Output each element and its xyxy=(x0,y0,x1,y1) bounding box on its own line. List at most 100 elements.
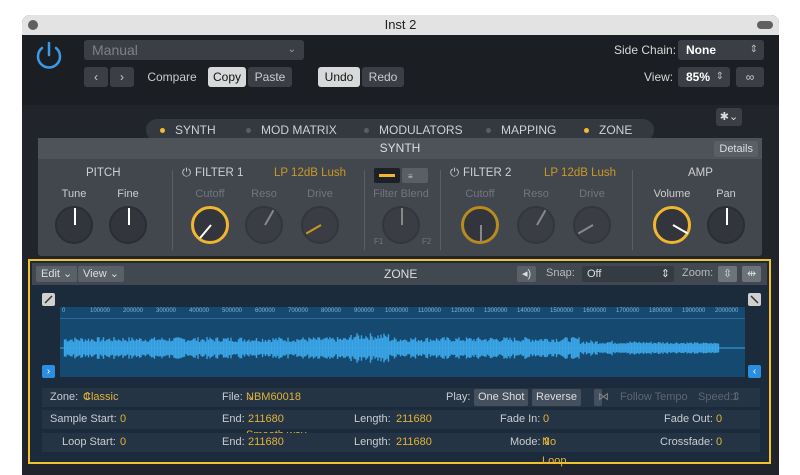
snap-label: Snap: xyxy=(546,267,575,279)
file-label: File: xyxy=(222,391,243,403)
paste-button[interactable]: Paste xyxy=(248,67,292,87)
filter1-cutoff-knob[interactable] xyxy=(191,206,229,244)
snap-select[interactable]: Off ⇕ xyxy=(582,266,674,282)
loop-row: Loop Start: 0 End: 211680 Length: 211680… xyxy=(42,433,762,467)
tab-indicator-icon xyxy=(364,128,369,134)
edit-label: Edit xyxy=(41,268,60,280)
settings-button[interactable]: ✱⌄ xyxy=(716,108,742,126)
zoom-horizontal-button[interactable]: ⇹ xyxy=(742,266,762,282)
loop-end-handle[interactable]: ‹ xyxy=(748,365,761,378)
diagonal-icon xyxy=(750,295,759,304)
filter2-cutoff-label: Cutoff xyxy=(465,188,495,200)
fade-out-value[interactable]: 0 xyxy=(716,410,722,429)
knob-needle xyxy=(305,224,322,235)
sample-start-value[interactable]: 0 xyxy=(120,410,126,429)
filter2-reso-label: Reso xyxy=(523,188,549,200)
one-shot-button[interactable]: One Shot xyxy=(474,389,529,406)
plugin-header: Manual ⌄ ‹ › Compare Copy Paste Undo Redo… xyxy=(22,35,779,105)
knob-needle xyxy=(480,225,482,242)
side-chain-select[interactable]: None ⇕ xyxy=(678,40,764,60)
pan-knob[interactable] xyxy=(707,206,745,244)
copy-button[interactable]: Copy xyxy=(208,67,246,87)
filter-blend-knob[interactable] xyxy=(382,206,420,244)
ruler-tick: 1400000 xyxy=(517,308,541,314)
loop-end-value[interactable]: 211680 xyxy=(248,433,284,452)
tab-indicator-icon xyxy=(584,128,589,134)
tune-knob[interactable] xyxy=(55,206,93,244)
filter1-reso-knob[interactable] xyxy=(245,206,283,244)
prev-preset-button[interactable]: ‹ xyxy=(84,67,108,87)
loop-length-value[interactable]: 211680 xyxy=(396,433,432,452)
undo-button[interactable]: Undo xyxy=(318,67,360,87)
filter2-reso-knob[interactable] xyxy=(517,206,555,244)
end-label: End: xyxy=(222,413,245,425)
sample-row: Sample Start: 0 End: 211680 Length: 2116… xyxy=(42,410,762,429)
ruler-tick: 1800000 xyxy=(649,308,673,314)
updown-icon: ⇕ xyxy=(660,268,670,280)
redo-button[interactable]: Redo xyxy=(362,67,404,87)
zone-select[interactable]: Classic Zone ⇕ xyxy=(83,388,118,422)
ruler-tick: 400000 xyxy=(189,308,210,314)
title-bar: Inst 2 xyxy=(22,15,779,35)
filter1-power-icon[interactable]: ⏻ xyxy=(182,167,191,180)
fade-in-value[interactable]: 0 xyxy=(543,410,549,429)
end-value[interactable]: 211680 xyxy=(248,410,284,429)
length-value[interactable]: 211680 xyxy=(396,410,432,429)
loop-start-handle[interactable]: › xyxy=(42,365,55,378)
filter2-power-icon[interactable]: ⏻ xyxy=(450,167,459,180)
chevron-down-icon: ⌄ xyxy=(287,44,296,55)
zoom-vertical-button[interactable]: ⇳ xyxy=(718,266,738,282)
close-dot-icon[interactable] xyxy=(28,20,38,30)
filter2-drive-label: Drive xyxy=(579,188,605,200)
filter1-type[interactable]: LP 12dB Lush xyxy=(274,167,346,179)
file-select[interactable]: NBM60018 Gu...n Smooth.wav ⌄ xyxy=(246,388,307,441)
link-button[interactable]: ∞ xyxy=(736,67,764,87)
ruler-tick: 700000 xyxy=(288,308,309,314)
view-menu[interactable]: View ⌄ xyxy=(78,266,124,282)
sample-end-handle[interactable] xyxy=(748,293,761,306)
ruler-tick: 300000 xyxy=(156,308,177,314)
f1-label: F1 xyxy=(374,237,384,246)
crossfade-value[interactable]: 0 xyxy=(716,433,722,452)
fine-knob[interactable] xyxy=(109,206,147,244)
waveform-display[interactable]: 0 100000 200000 300000 400000 500000 600… xyxy=(60,307,745,377)
filter2-drive-knob[interactable] xyxy=(573,206,611,244)
loop-end-label: End: xyxy=(222,436,245,448)
ruler-tick: 1100000 xyxy=(418,308,441,314)
filter-parallel-button[interactable]: ≡ xyxy=(402,168,428,183)
diagonal-icon xyxy=(44,295,53,304)
filter2-cutoff-knob[interactable] xyxy=(461,206,499,244)
details-button[interactable]: Details xyxy=(714,141,758,157)
edit-menu[interactable]: Edit ⌄ xyxy=(36,266,78,282)
view-select[interactable]: 85% ⇕ xyxy=(678,67,730,87)
compare-button[interactable]: Compare xyxy=(144,67,200,87)
loop-start-value[interactable]: 0 xyxy=(120,433,126,452)
audition-button[interactable]: ◂) xyxy=(517,266,537,282)
speed-select[interactable]: 1 ⇕ xyxy=(732,388,741,407)
filter2-type[interactable]: LP 12dB Lush xyxy=(544,167,616,179)
zone-panel: Edit ⌄ View ⌄ ZONE ◂) Snap: Off ⇕ Zoom: ⇳… xyxy=(28,259,771,467)
filter1-drive-knob[interactable] xyxy=(301,206,339,244)
reverse-button[interactable]: Reverse xyxy=(532,389,581,406)
filter1-drive-label: Drive xyxy=(307,188,333,200)
volume-knob[interactable] xyxy=(653,206,691,244)
knob-needle xyxy=(264,209,275,226)
sample-start-handle[interactable] xyxy=(42,293,55,306)
follow-tempo-button[interactable]: Follow Tempo xyxy=(620,388,688,407)
play-label: Play: xyxy=(446,391,471,403)
view-value: 85% xyxy=(686,70,711,84)
sync-icon: ⋈ xyxy=(598,391,609,403)
preset-menu[interactable]: Manual ⌄ xyxy=(84,40,304,60)
speed-value: 1 xyxy=(732,391,739,403)
speed-label: Speed: xyxy=(698,391,733,403)
next-preset-button[interactable]: › xyxy=(110,67,134,87)
filter-serial-button[interactable] xyxy=(374,168,400,183)
tab-label: MAPPING xyxy=(501,123,557,137)
chevron-left-icon: ‹ xyxy=(752,366,757,377)
tab-indicator-icon xyxy=(246,128,251,134)
power-icon[interactable] xyxy=(32,39,66,73)
mode-select[interactable]: No Loop ⇕ xyxy=(542,433,566,467)
tempo-sync-button[interactable]: ⋈ xyxy=(594,389,609,406)
window-pill-icon[interactable] xyxy=(757,21,773,29)
loop-length-label: Length: xyxy=(354,436,391,448)
